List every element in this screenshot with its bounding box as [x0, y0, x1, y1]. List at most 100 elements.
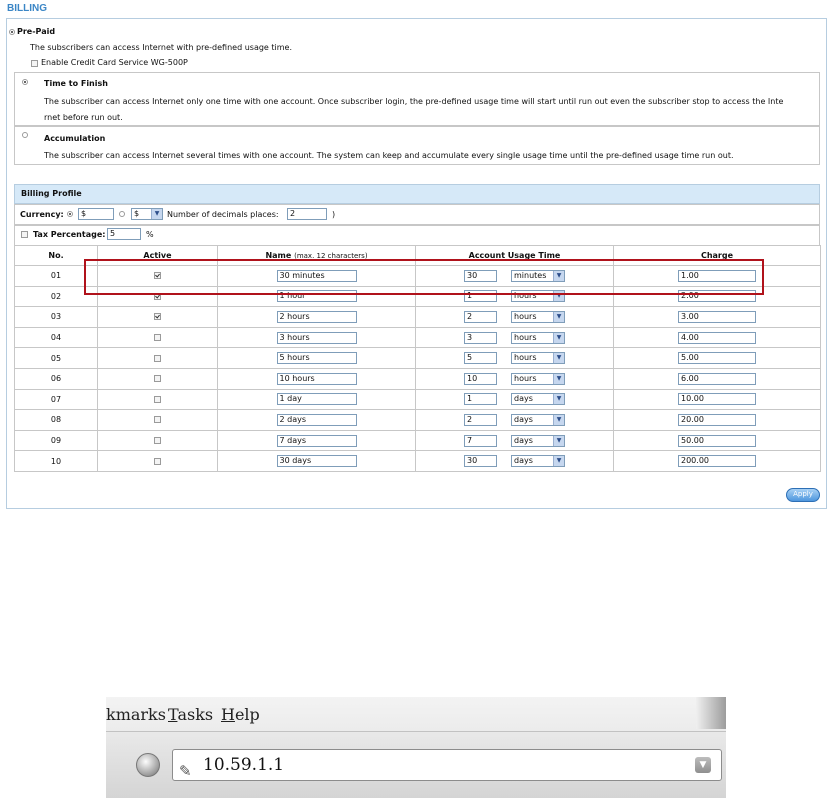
table-row: 01 30 minutes 30 minutes ▼ 1.00 [14, 265, 821, 287]
row-name-cell: 2 hours [217, 306, 416, 328]
currency-input[interactable]: $ [78, 208, 114, 220]
usage-time-input[interactable]: 1 [464, 393, 497, 406]
time-to-finish-radio[interactable] [22, 79, 28, 85]
usage-unit-select[interactable]: hours ▼ [511, 310, 565, 323]
name-input[interactable]: 10 hours [276, 372, 357, 385]
row-charge-cell: 20.00 [613, 409, 821, 431]
usage-unit-value: days [514, 456, 533, 466]
name-input[interactable]: 1 day [276, 393, 357, 406]
usage-time-input[interactable]: 7 [464, 434, 497, 447]
usage-unit-select[interactable]: minutes ▼ [511, 269, 565, 282]
menu-tasks[interactable]: Tasks [168, 705, 213, 724]
usage-unit-select[interactable]: days ▼ [511, 434, 565, 447]
usage-time-input[interactable]: 5 [464, 352, 497, 365]
pencil-icon: ✎ [179, 762, 192, 780]
tax-input[interactable]: 5 [107, 228, 141, 240]
charge-input[interactable]: 200.00 [678, 455, 756, 468]
usage-time-input[interactable]: 30 [464, 269, 497, 282]
billing-profile-header: Billing Profile [14, 184, 820, 204]
table-row: 05 5 hours 5 hours ▼ 5.00 [14, 347, 821, 369]
active-checkbox[interactable] [154, 272, 161, 280]
row-charge-cell: 3.00 [613, 306, 821, 328]
name-input[interactable]: 2 days [276, 413, 357, 426]
currency-select[interactable]: $ ▼ [131, 208, 163, 220]
decimals-input[interactable]: 2 [287, 208, 327, 220]
url-bar[interactable]: ✎ 10.59.1.1 ▼ [172, 749, 722, 781]
row-active-cell [97, 367, 218, 390]
active-checkbox[interactable] [154, 313, 161, 321]
row-active-cell [97, 326, 218, 349]
row-usage-cell: 7 days ▼ [415, 429, 614, 452]
name-input[interactable]: 30 days [276, 455, 357, 468]
accumulation-radio[interactable] [22, 132, 28, 138]
chevron-down-icon: ▼ [553, 456, 564, 467]
chevron-down-icon: ▼ [553, 332, 564, 343]
usage-time-input[interactable]: 1 [464, 290, 497, 303]
active-checkbox[interactable] [154, 292, 161, 300]
col-name-hint: (max. 12 characters) [294, 252, 368, 260]
usage-unit-select[interactable]: days ▼ [511, 393, 565, 406]
usage-time-input[interactable]: 10 [464, 372, 497, 385]
active-checkbox[interactable] [154, 354, 161, 362]
charge-input[interactable]: 2.00 [678, 290, 756, 303]
charge-input[interactable]: 1.00 [678, 269, 756, 282]
usage-time-input[interactable]: 3 [464, 331, 497, 344]
charge-input[interactable]: 3.00 [678, 310, 756, 323]
chevron-down-icon[interactable]: ▼ [695, 757, 711, 773]
charge-input[interactable]: 5.00 [678, 352, 756, 365]
name-input[interactable]: 7 days [276, 434, 357, 447]
billing-table: No. Active Name (max. 12 characters) Acc… [14, 245, 821, 472]
usage-unit-select[interactable]: hours ▼ [511, 372, 565, 385]
menu-help-rest: elp [234, 705, 260, 724]
usage-unit-value: minutes [514, 270, 547, 280]
apply-button[interactable]: Apply [786, 488, 820, 502]
charge-input[interactable]: 20.00 [678, 413, 756, 426]
chevron-down-icon: ▼ [553, 353, 564, 364]
url-text: 10.59.1.1 [203, 755, 285, 775]
usage-unit-select[interactable]: hours ▼ [511, 290, 565, 303]
charge-input[interactable]: 50.00 [678, 434, 756, 447]
row-name-cell: 1 hour [217, 285, 416, 308]
browser-window: kmarks Tasks Help ✎ 10.59.1.1 ▼ [106, 697, 726, 798]
usage-time-input[interactable]: 2 [464, 413, 497, 426]
active-checkbox[interactable] [154, 437, 161, 445]
row-active-cell [97, 388, 218, 411]
time-to-finish-description: The subscriber can access Internet only … [44, 97, 784, 106]
charge-input[interactable]: 6.00 [678, 372, 756, 385]
row-active-cell [97, 285, 218, 308]
usage-time-input[interactable]: 2 [464, 310, 497, 323]
usage-unit-select[interactable]: days ▼ [511, 455, 565, 468]
row-number: 09 [14, 429, 98, 452]
row-charge-cell: 6.00 [613, 367, 821, 390]
active-checkbox[interactable] [154, 416, 161, 424]
menu-bookmarks[interactable]: kmarks [106, 705, 166, 724]
menu-help[interactable]: Help [221, 705, 260, 724]
currency-text-radio[interactable] [67, 211, 73, 217]
row-usage-cell: 3 hours ▼ [415, 326, 614, 349]
row-active-cell [97, 409, 218, 431]
charge-input[interactable]: 10.00 [678, 393, 756, 406]
active-checkbox[interactable] [154, 334, 161, 342]
name-input[interactable]: 2 hours [276, 310, 357, 323]
active-checkbox[interactable] [154, 457, 161, 465]
charge-input[interactable]: 4.00 [678, 331, 756, 344]
name-input[interactable]: 3 hours [276, 331, 357, 344]
row-name-cell: 10 hours [217, 367, 416, 390]
active-checkbox[interactable] [154, 375, 161, 383]
row-name-cell: 1 day [217, 388, 416, 411]
active-checkbox[interactable] [154, 395, 161, 403]
name-input[interactable]: 1 hour [276, 290, 357, 303]
usage-time-input[interactable]: 30 [464, 455, 497, 468]
name-input[interactable]: 5 hours [276, 352, 357, 365]
currency-select-radio[interactable] [119, 211, 125, 217]
row-charge-cell: 5.00 [613, 347, 821, 369]
name-input[interactable]: 30 minutes [276, 269, 357, 282]
circle-button-icon[interactable] [136, 753, 160, 777]
credit-card-checkbox[interactable] [31, 60, 38, 67]
tax-checkbox[interactable] [21, 231, 28, 238]
usage-unit-select[interactable]: hours ▼ [511, 352, 565, 365]
usage-unit-select[interactable]: hours ▼ [511, 331, 565, 344]
usage-unit-value: days [514, 414, 533, 424]
prepaid-radio[interactable] [9, 29, 15, 35]
usage-unit-select[interactable]: days ▼ [511, 413, 565, 426]
